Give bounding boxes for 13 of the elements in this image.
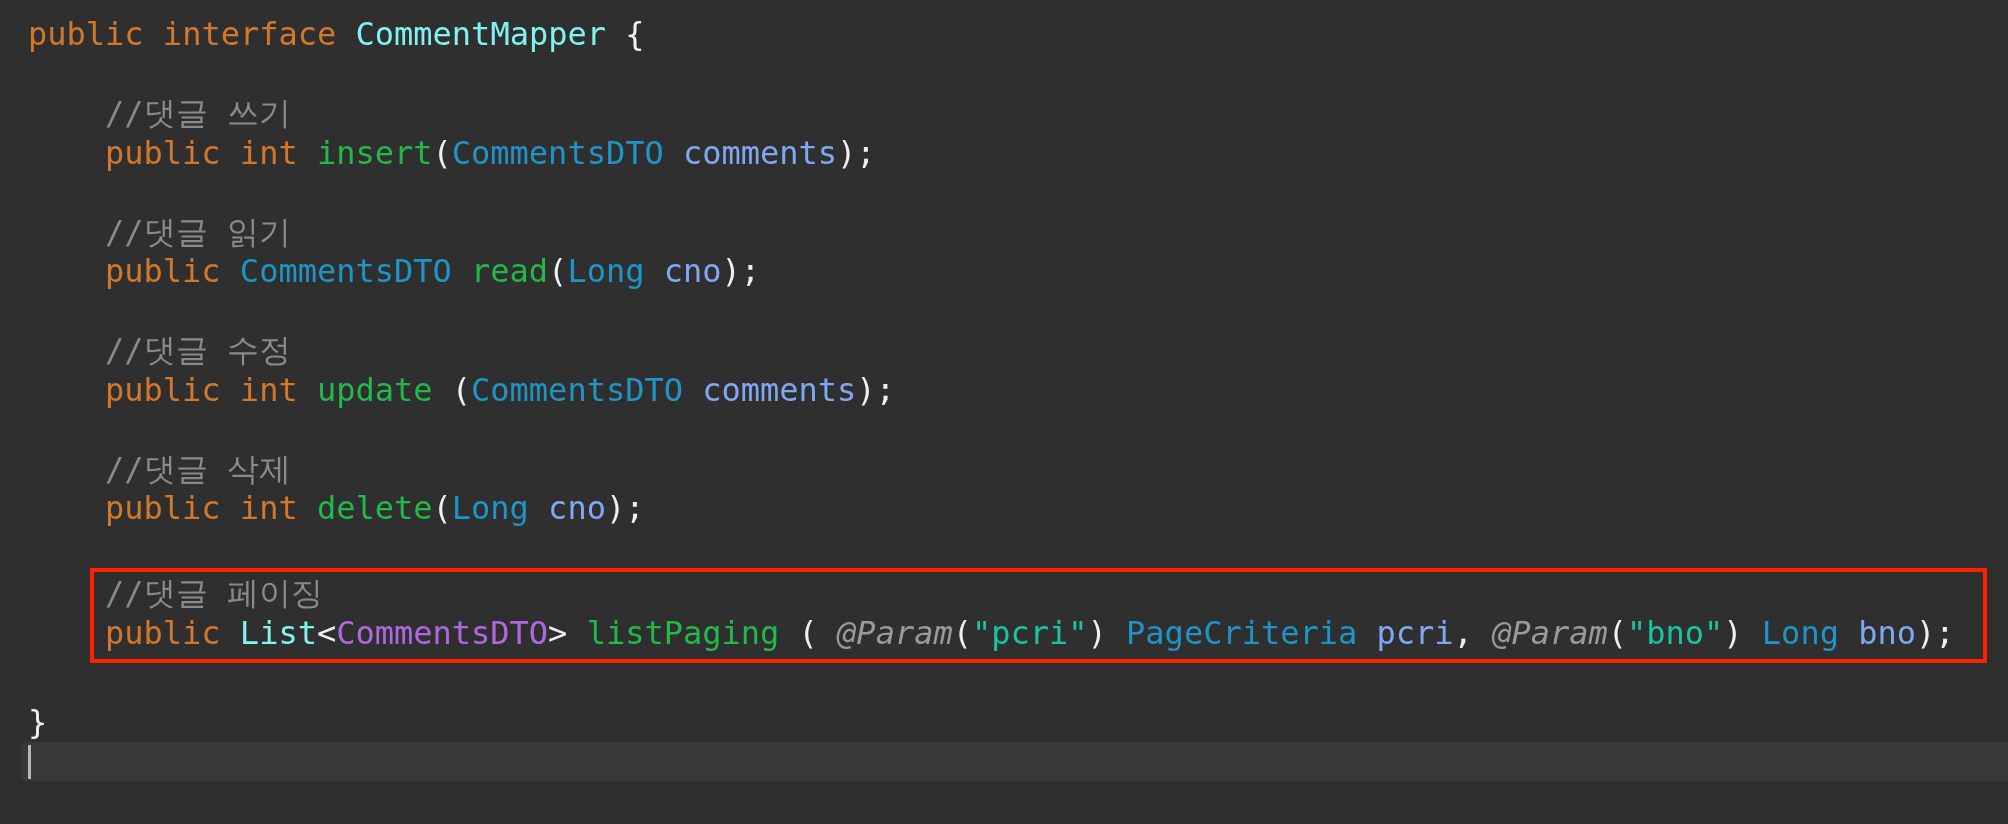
code-line: //댓글 페이징 <box>105 574 323 614</box>
code-line: //댓글 삭제 <box>105 449 291 489</box>
code-line: public CommentsDTO read(Long cno); <box>105 252 761 292</box>
code-line: } <box>28 702 48 742</box>
code-line: public List<CommentsDTO> listPaging ( @Param("pcri") PageCriteria pcri, @Param("bno") Long bno); <box>105 613 1955 653</box>
code-line: //댓글 수정 <box>105 331 291 371</box>
code-line: //댓글 쓰기 <box>105 94 291 134</box>
code-line: public int insert(CommentsDTO comments); <box>105 133 876 173</box>
code-line: public interface CommentMapper { <box>28 15 645 55</box>
code-line: public int delete(Long cno); <box>105 489 645 529</box>
code-line: public int update (CommentsDTO comments); <box>105 370 895 410</box>
text-cursor <box>28 744 31 779</box>
code-line: //댓글 읽기 <box>105 212 291 252</box>
